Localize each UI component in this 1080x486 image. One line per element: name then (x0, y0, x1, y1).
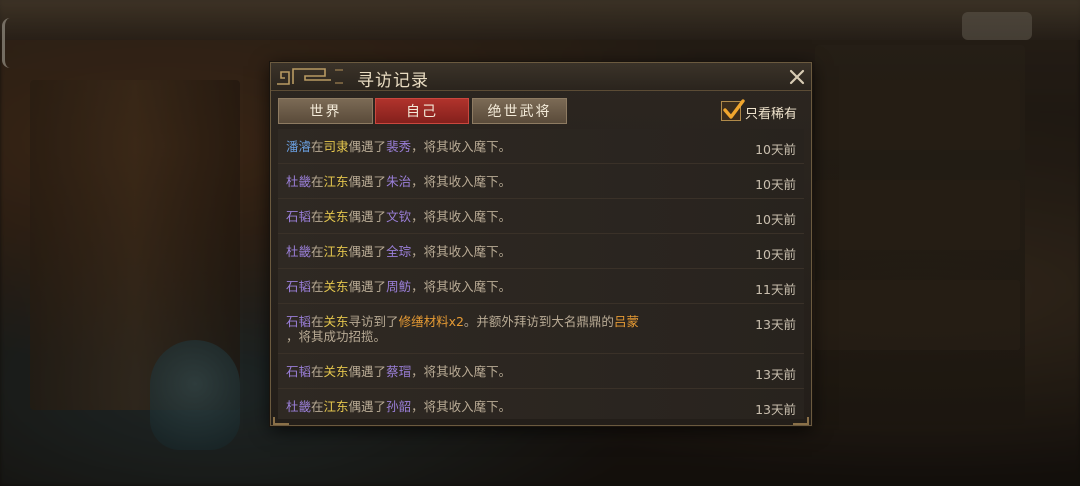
list-item: 潘濬在司隶偶遇了裴秀，将其收入麾下。 10天前 (278, 129, 804, 164)
tab-self[interactable]: 自己 (375, 98, 469, 124)
record-text: 石韬在关东偶遇了蔡瑁，将其收入麾下。 (286, 364, 512, 379)
record-general: 裴秀 (386, 139, 412, 154)
record-actor: 杜畿 (286, 174, 312, 189)
record-actor: 石韬 (286, 209, 312, 224)
dialog-title: 寻访记录 (357, 71, 429, 91)
record-list[interactable]: 潘濬在司隶偶遇了裴秀，将其收入麾下。 10天前 杜畿在江东偶遇了朱治，将其收入麾… (278, 129, 804, 419)
record-place: 关东 (323, 314, 349, 329)
record-time: 10天前 (755, 177, 796, 192)
record-actor: 石韬 (286, 279, 312, 294)
record-place: 江东 (323, 244, 349, 259)
record-text: 石韬在关东偶遇了周鲂，将其收入麾下。 (286, 279, 512, 294)
list-item: 石韬在关东偶遇了蔡瑁，将其收入麾下。 13天前 (278, 354, 804, 389)
corner-ornament (793, 417, 809, 425)
list-item: 石韬在关东偶遇了周鲂，将其收入麾下。 11天前 (278, 269, 804, 304)
search-record-dialog: 寻访记录 世界 自己 绝世武将 只看稀有 潘濬在司隶偶遇了裴秀，将其收入麾下。 … (270, 62, 812, 426)
record-time: 13天前 (755, 317, 796, 332)
record-general: 文钦 (386, 209, 412, 224)
record-place: 江东 (323, 399, 349, 414)
record-text: 石韬在关东偶遇了文钦，将其收入麾下。 (286, 209, 512, 224)
record-text: 杜畿在江东偶遇了朱治，将其收入麾下。 (286, 174, 512, 189)
dialog-titlebar: 寻访记录 (271, 63, 811, 91)
list-item: 杜畿在江东偶遇了孙韶，将其收入麾下。 13天前 (278, 389, 804, 419)
record-general: 全琮 (386, 244, 412, 259)
tab-peerless-generals[interactable]: 绝世武将 (472, 98, 567, 124)
tab-world[interactable]: 世界 (278, 98, 373, 124)
record-text: 杜畿在江东偶遇了孙韶，将其收入麾下。 (286, 399, 512, 414)
corner-ornament (273, 417, 289, 425)
record-time: 13天前 (755, 367, 796, 382)
record-actor: 杜畿 (286, 399, 312, 414)
record-actor: 石韬 (286, 314, 312, 329)
record-text: 石韬在关东寻访到了修缮材料x2。并额外拜访到大名鼎鼎的吕蒙 ，将其成功招揽。 (286, 314, 639, 344)
record-actor: 杜畿 (286, 244, 312, 259)
record-text: 杜畿在江东偶遇了全琮，将其收入麾下。 (286, 244, 512, 259)
record-actor: 石韬 (286, 364, 312, 379)
record-general: 朱治 (386, 174, 412, 189)
record-general: 吕蒙 (613, 314, 639, 329)
record-time: 11天前 (755, 282, 796, 297)
record-time: 13天前 (755, 402, 796, 417)
list-item: 石韬在关东寻访到了修缮材料x2。并额外拜访到大名鼎鼎的吕蒙 ，将其成功招揽。 13… (278, 304, 804, 354)
record-time: 10天前 (755, 142, 796, 157)
list-item: 石韬在关东偶遇了文钦，将其收入麾下。 10天前 (278, 199, 804, 234)
list-item: 杜畿在江东偶遇了全琮，将其收入麾下。 10天前 (278, 234, 804, 269)
record-text: 潘濬在司隶偶遇了裴秀，将其收入麾下。 (286, 139, 512, 154)
record-general: 蔡瑁 (386, 364, 412, 379)
record-time: 10天前 (755, 212, 796, 227)
record-item: 修缮材料x2 (398, 314, 464, 329)
record-general: 周鲂 (386, 279, 412, 294)
check-icon (723, 99, 745, 119)
rare-only-label: 只看稀有 (745, 107, 798, 122)
rare-only-checkbox[interactable] (721, 99, 745, 121)
record-place: 关东 (323, 364, 349, 379)
record-place: 关东 (323, 209, 349, 224)
record-place: 司隶 (323, 139, 349, 154)
title-ornament-icon (277, 68, 343, 85)
record-time: 10天前 (755, 247, 796, 262)
record-place: 江东 (323, 174, 349, 189)
list-item: 杜畿在江东偶遇了朱治，将其收入麾下。 10天前 (278, 164, 804, 199)
close-icon[interactable] (787, 67, 807, 87)
record-actor: 潘濬 (286, 139, 312, 154)
record-general: 孙韶 (386, 399, 412, 414)
record-place: 关东 (323, 279, 349, 294)
